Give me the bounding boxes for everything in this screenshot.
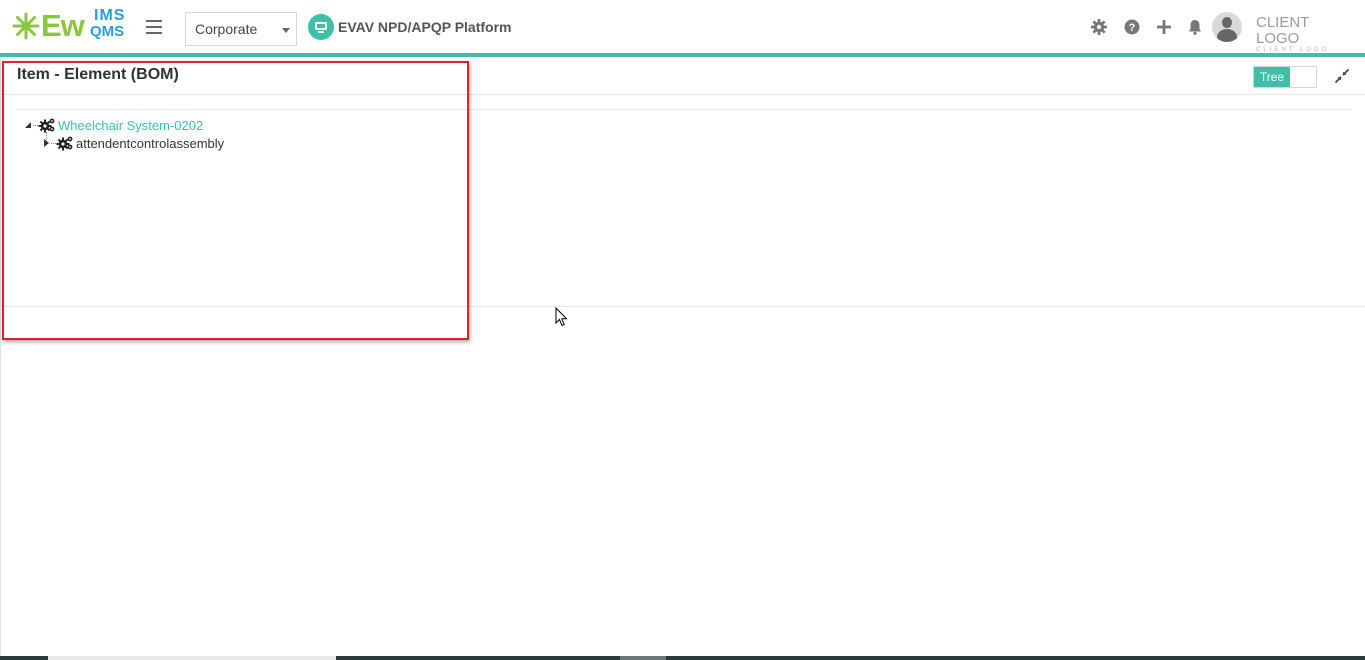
tree-toggle-label: Tree: [1254, 67, 1290, 87]
logo-text-main: Ew: [41, 8, 85, 43]
tree-collapse-icon[interactable]: [23, 120, 33, 130]
highlight-annotation-box: [2, 61, 469, 340]
logo-flower-icon: [12, 12, 40, 40]
client-logo-text: CLIENT LOGO: [1256, 14, 1310, 47]
top-navigation-bar: Ew IMS QMS Corporate EVAV NPD/APQP Platf…: [0, 0, 1365, 53]
tree-node-child[interactable]: attendentcontrolassembly: [41, 134, 224, 152]
panel-bottom-divider: [0, 306, 1365, 307]
bell-icon[interactable]: [1186, 18, 1204, 36]
gears-icon: [38, 118, 55, 133]
organization-select-value: Corporate: [195, 21, 258, 37]
compress-icon[interactable]: [1334, 68, 1350, 84]
gear-icon[interactable]: [1090, 18, 1108, 36]
svg-text:?: ?: [1129, 22, 1136, 34]
caret-down-icon: [282, 28, 290, 33]
platform-label: EVAV NPD/APQP Platform: [338, 19, 512, 35]
monitor-icon: [308, 14, 334, 40]
platform-switcher[interactable]: EVAV NPD/APQP Platform: [308, 14, 511, 40]
header-accent-bar: [0, 53, 1365, 57]
tree-node-label[interactable]: attendentcontrolassembly: [76, 136, 224, 151]
user-avatar[interactable]: [1212, 12, 1242, 42]
tree-top-divider: [16, 109, 1350, 110]
tree-expand-icon[interactable]: [41, 138, 51, 148]
question-circle-icon[interactable]: ?: [1123, 18, 1141, 36]
left-border: [0, 57, 1, 656]
bottom-status-strip: [0, 656, 1365, 660]
logo-text-qms: QMS: [90, 23, 125, 40]
hamburger-menu-icon[interactable]: [146, 20, 162, 34]
page-title: Item - Element (BOM): [17, 66, 179, 83]
plus-icon[interactable]: [1155, 18, 1173, 36]
tree-node-label[interactable]: Wheelchair System-0202: [58, 118, 203, 133]
app-logo[interactable]: Ew IMS QMS: [12, 7, 130, 44]
client-logo: CLIENT LOGO CLIENT LOGO: [1256, 14, 1351, 54]
gears-icon: [56, 136, 73, 151]
tree-node-root[interactable]: Wheelchair System-0202: [23, 116, 203, 134]
tree-view-toggle[interactable]: Tree: [1253, 66, 1317, 88]
mouse-cursor-icon: [555, 307, 568, 327]
organization-select[interactable]: Corporate: [185, 12, 297, 46]
panel-header-divider: [0, 94, 1365, 95]
